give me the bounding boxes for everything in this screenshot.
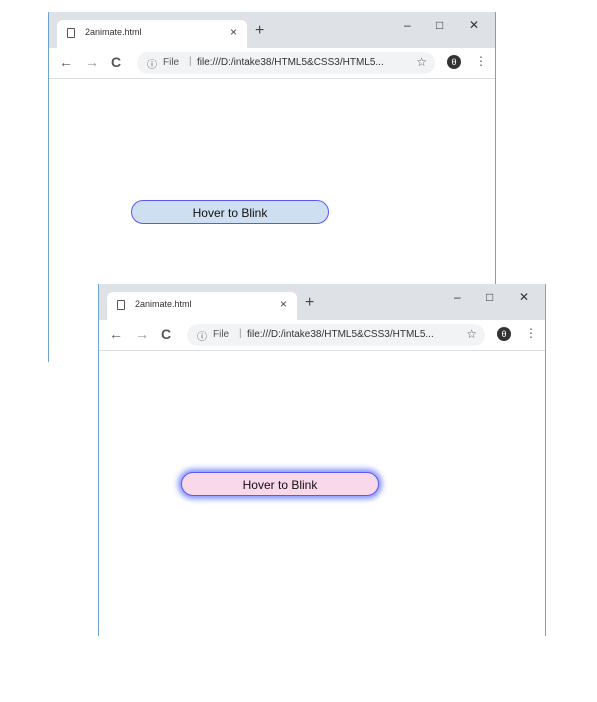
close-window-icon[interactable]: ✕ <box>519 290 529 304</box>
tab-strip: 2animate.html × + – □ ✕ <box>49 12 495 48</box>
tab-title: 2animate.html <box>135 299 192 309</box>
account-icon[interactable]: θ <box>497 327 511 341</box>
forward-arrow-icon[interactable]: → <box>85 54 99 70</box>
maximize-icon[interactable]: □ <box>486 290 493 304</box>
new-tab-icon[interactable]: + <box>255 22 264 40</box>
reload-icon[interactable]: C <box>111 54 121 70</box>
page-icon <box>117 300 125 310</box>
reload-icon[interactable]: C <box>161 326 171 342</box>
bookmark-star-icon[interactable]: ☆ <box>466 327 477 341</box>
bookmark-star-icon[interactable]: ☆ <box>416 55 427 69</box>
minimize-icon[interactable]: – <box>454 290 461 304</box>
url-text[interactable]: file:///D:/intake38/HTML5&CSS3/HTML5... <box>197 57 384 68</box>
page-icon <box>67 28 75 38</box>
back-arrow-icon[interactable]: ← <box>109 326 123 342</box>
menu-icon[interactable]: ⋮ <box>475 54 487 68</box>
minimize-icon[interactable]: – <box>404 18 411 32</box>
close-window-icon[interactable]: ✕ <box>469 18 479 32</box>
new-tab-icon[interactable]: + <box>305 294 314 312</box>
scheme-label: File <box>213 329 230 340</box>
hover-to-blink-button[interactable]: Hover to Blink <box>131 200 329 224</box>
tab-2animate[interactable]: 2animate.html × <box>57 20 247 48</box>
browser-window-2: 2animate.html × + – □ ✕ ← → C ⓘ File | f… <box>98 284 546 636</box>
forward-arrow-icon[interactable]: → <box>135 326 149 342</box>
hover-to-blink-button[interactable]: Hover to Blink <box>181 472 379 496</box>
page-content: Hover to Blink <box>99 351 545 636</box>
separator: | <box>239 328 242 339</box>
toolbar: ← → C ⓘ File | file:///D:/intake38/HTML5… <box>99 320 545 351</box>
separator: | <box>189 56 192 67</box>
menu-icon[interactable]: ⋮ <box>525 326 537 340</box>
tab-title: 2animate.html <box>85 27 142 37</box>
scheme-label: File <box>163 57 180 68</box>
close-tab-icon[interactable]: × <box>280 297 287 311</box>
account-icon[interactable]: θ <box>447 55 461 69</box>
info-icon[interactable]: ⓘ <box>197 328 207 343</box>
info-icon[interactable]: ⓘ <box>147 56 157 71</box>
toolbar: ← → C ⓘ File | file:///D:/intake38/HTML5… <box>49 48 495 79</box>
maximize-icon[interactable]: □ <box>436 18 443 32</box>
address-bar[interactable]: ⓘ File | file:///D:/intake38/HTML5&CSS3/… <box>137 52 435 74</box>
url-text[interactable]: file:///D:/intake38/HTML5&CSS3/HTML5... <box>247 329 434 340</box>
back-arrow-icon[interactable]: ← <box>59 54 73 70</box>
close-tab-icon[interactable]: × <box>230 25 237 39</box>
tab-strip: 2animate.html × + – □ ✕ <box>99 284 545 320</box>
address-bar[interactable]: ⓘ File | file:///D:/intake38/HTML5&CSS3/… <box>187 324 485 346</box>
tab-2animate[interactable]: 2animate.html × <box>107 292 297 320</box>
